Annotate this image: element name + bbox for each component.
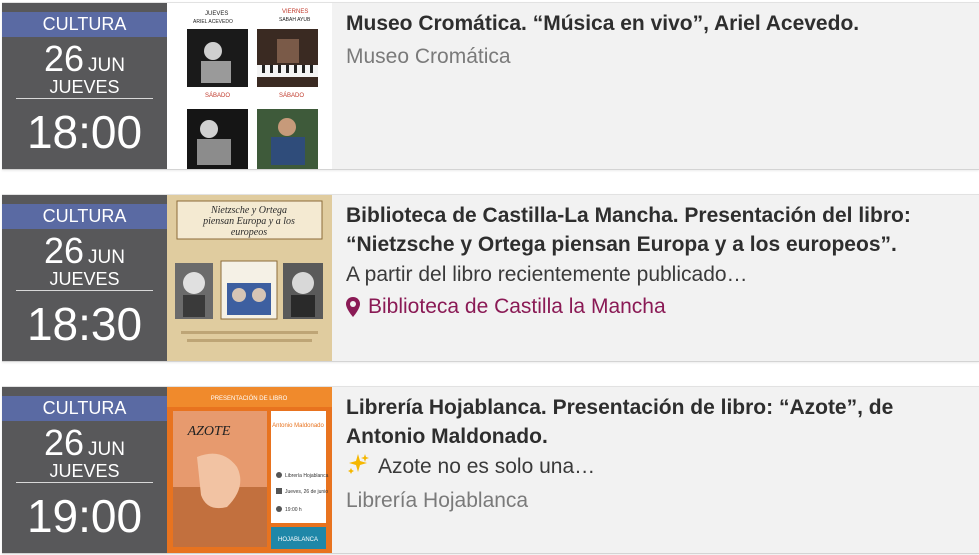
- event-content: Museo Cromática. “Música en vivo”, Ariel…: [346, 9, 959, 72]
- event-card[interactable]: CULTURA 26 JUN JUEVES 18:00 JUEVES ARIEL …: [2, 2, 979, 170]
- poster-text: SÁBADO: [279, 92, 304, 99]
- event-description-row: Azote no es solo una…: [346, 452, 959, 482]
- date-box: CULTURA 26 JUN JUEVES 18:30: [2, 195, 167, 361]
- event-month: JUN: [88, 55, 125, 76]
- event-month: JUN: [88, 439, 125, 460]
- event-description: A partir del libro recientemente publica…: [346, 263, 748, 286]
- date-box: CULTURA 26 JUN JUEVES 18:00: [2, 3, 167, 169]
- poster-text: Antonio Maldonado: [272, 423, 324, 429]
- poster-text: 19:00 h: [285, 507, 302, 513]
- event-day: 26: [44, 38, 85, 79]
- poster-nietzsche-ortega: Nietzsche y Ortega piensan Europa y a lo…: [167, 195, 332, 361]
- date-box: CULTURA 26 JUN JUEVES 19:00: [2, 387, 167, 553]
- category-badge: CULTURA: [2, 396, 167, 421]
- event-time: 18:00: [26, 106, 143, 158]
- poster-text: SABAH AYUB: [279, 17, 311, 23]
- poster-music-live: JUEVES ARIEL ACEVEDO VIERNES SABAH AYUB …: [167, 3, 332, 169]
- event-poster-image[interactable]: Nietzsche y Ortega piensan Europa y a lo…: [167, 195, 332, 361]
- event-location: Biblioteca de Castilla la Mancha: [368, 295, 666, 318]
- event-poster-image[interactable]: PRESENTACIÓN DE LIBRO AZOTE Antonio Mald…: [167, 387, 332, 553]
- event-location-link[interactable]: Biblioteca de Castilla la Mancha: [346, 292, 959, 322]
- poster-text: piensan Europa y a los: [202, 216, 295, 227]
- poster-text: JUEVES: [205, 11, 228, 17]
- poster-text: Jueves, 26 de junio: [285, 489, 328, 495]
- event-description: Azote no es solo una…: [378, 455, 596, 478]
- event-title[interactable]: Museo Cromática. “Música en vivo”, Ariel…: [346, 9, 959, 38]
- event-time: 19:00: [26, 490, 143, 542]
- poster-text: europeos: [231, 227, 267, 238]
- poster-text: VIERNES: [282, 9, 308, 15]
- event-title[interactable]: Librería Hojablanca. Presentación de lib…: [346, 393, 959, 451]
- event-card[interactable]: CULTURA 26 JUN JUEVES 18:30 Nietzsche y O…: [2, 194, 979, 362]
- event-title[interactable]: Biblioteca de Castilla-La Mancha. Presen…: [346, 201, 959, 259]
- poster-text: HOJABLANCA: [278, 537, 318, 543]
- event-month: JUN: [88, 247, 125, 268]
- event-time: 18:30: [26, 298, 143, 350]
- poster-text: Nietzsche y Ortega: [210, 205, 287, 216]
- category-badge: CULTURA: [2, 204, 167, 229]
- category-badge: CULTURA: [2, 12, 167, 37]
- event-weekday: JUEVES: [16, 460, 153, 483]
- event-content: Biblioteca de Castilla-La Mancha. Presen…: [346, 201, 959, 322]
- poster-text: ARIEL ACEVEDO: [193, 19, 233, 25]
- event-day: 26: [44, 422, 85, 463]
- event-venue: Museo Cromática: [346, 45, 511, 68]
- event-poster-image[interactable]: JUEVES ARIEL ACEVEDO VIERNES SABAH AYUB …: [167, 3, 332, 169]
- event-content: Librería Hojablanca. Presentación de lib…: [346, 393, 959, 516]
- poster-text: Librería Hojablanca: [285, 473, 329, 479]
- event-weekday: JUEVES: [16, 76, 153, 99]
- poster-text: SÁBADO: [205, 92, 230, 99]
- event-card[interactable]: CULTURA 26 JUN JUEVES 19:00 PRESENTACIÓN …: [2, 386, 979, 554]
- poster-text: AZOTE: [187, 424, 231, 439]
- map-pin-icon: [346, 297, 360, 317]
- event-weekday: JUEVES: [16, 268, 153, 291]
- poster-azote: PRESENTACIÓN DE LIBRO AZOTE Antonio Mald…: [167, 387, 332, 553]
- event-day: 26: [44, 230, 85, 271]
- event-venue: Librería Hojablanca: [346, 489, 529, 512]
- sparkles-icon: [348, 454, 369, 474]
- poster-text: PRESENTACIÓN DE LIBRO: [211, 395, 288, 402]
